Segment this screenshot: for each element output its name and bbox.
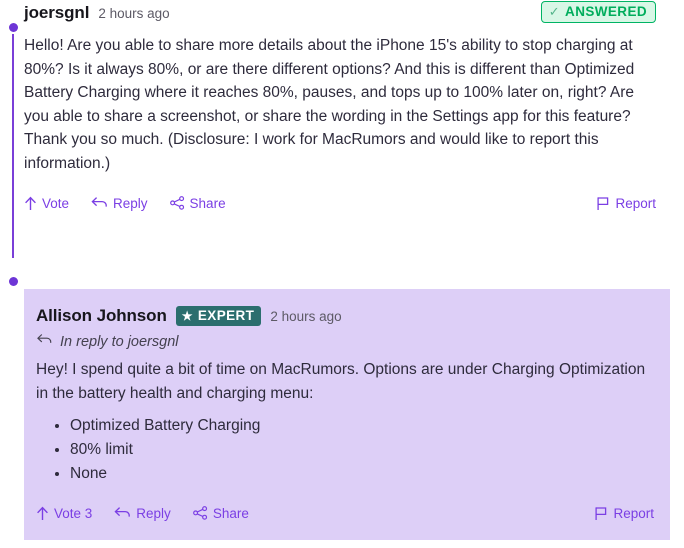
comment-header: joersgnl 2 hours ago ✓ ANSWERED <box>24 0 656 26</box>
thread-node-dot <box>9 23 18 32</box>
reply-arrow-icon <box>114 506 131 520</box>
reply-label: Reply <box>136 505 171 521</box>
comment-author[interactable]: joersgnl <box>24 3 89 23</box>
status-badge-answered: ✓ ANSWERED <box>540 1 656 23</box>
share-button[interactable]: Share <box>169 195 226 211</box>
thread-rail <box>12 34 14 258</box>
comment-allison-johnson: Allison Johnson ★ EXPERT 2 hours ago In … <box>0 268 684 540</box>
list-item: None <box>70 462 654 485</box>
report-label: Report <box>613 505 654 521</box>
comment-timestamp: 2 hours ago <box>98 5 170 21</box>
comment-body: Hello! Are you able to share more detail… <box>24 34 656 175</box>
star-icon: ★ <box>181 308 193 323</box>
comment-thread: joersgnl 2 hours ago ✓ ANSWERED Hello! A… <box>0 0 684 548</box>
share-label: Share <box>212 505 249 521</box>
status-badge-label: EXPERT <box>197 308 255 323</box>
flag-icon <box>594 506 608 521</box>
report-label: Report <box>615 195 656 211</box>
comment-author[interactable]: Allison Johnson <box>36 306 167 326</box>
expert-reply-card: Allison Johnson ★ EXPERT 2 hours ago In … <box>24 289 670 540</box>
list-item: Optimized Battery Charging <box>70 414 654 437</box>
comment-body: Hey! I spend quite a bit of time on MacR… <box>36 358 654 405</box>
report-button[interactable]: Report <box>594 506 654 521</box>
comment-timestamp: 2 hours ago <box>270 308 342 324</box>
in-reply-to: In reply to joersgnl <box>36 333 654 350</box>
vote-label: Vote 3 <box>54 505 93 521</box>
reply-button[interactable]: Reply <box>114 506 171 521</box>
status-badge-label: ANSWERED <box>565 4 647 19</box>
share-icon <box>192 506 208 520</box>
list-item: 80% limit <box>70 438 654 461</box>
vote-button[interactable]: Vote 3 <box>36 506 92 521</box>
report-button[interactable]: Report <box>596 196 656 211</box>
thread-node-dot <box>9 277 18 286</box>
reply-arrow-icon <box>36 333 53 350</box>
options-list: Optimized Battery Charging 80% limit Non… <box>36 414 654 485</box>
flag-icon <box>596 196 610 211</box>
comment-body-text: Hey! I spend quite a bit of time on MacR… <box>36 361 646 402</box>
arrow-up-icon <box>24 196 37 211</box>
comment-joersgnl: joersgnl 2 hours ago ✓ ANSWERED Hello! A… <box>0 0 684 258</box>
reply-button[interactable]: Reply <box>91 196 148 211</box>
arrow-up-icon <box>36 506 49 521</box>
share-button[interactable]: Share <box>192 505 249 521</box>
share-icon <box>169 196 185 210</box>
comment-actions: Vote Reply Share Report <box>24 192 656 214</box>
vote-label: Vote <box>42 195 70 211</box>
in-reply-to-label: In reply to joersgnl <box>60 333 179 350</box>
vote-button[interactable]: Vote <box>24 196 69 211</box>
status-badge-expert: ★ EXPERT <box>175 306 262 326</box>
comment-actions: Vote 3 Reply Share Report <box>36 502 654 524</box>
comment-body-text: Hello! Are you able to share more detail… <box>24 37 635 172</box>
share-label: Share <box>189 195 226 211</box>
reply-arrow-icon <box>91 196 108 210</box>
comment-header: Allison Johnson ★ EXPERT 2 hours ago <box>36 303 654 329</box>
check-icon: ✓ <box>548 4 561 19</box>
reply-label: Reply <box>113 195 148 211</box>
